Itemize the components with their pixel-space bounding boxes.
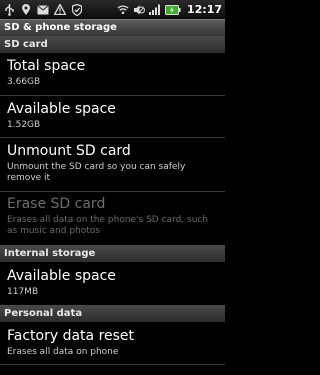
battery-icon xyxy=(164,4,181,16)
factory-data-reset-button[interactable]: Factory data reset Erases all data on ph… xyxy=(0,328,225,358)
divider xyxy=(0,137,225,138)
unmount-sd-card-summary: Unmount the SD card so you can safely re… xyxy=(7,162,186,183)
divider xyxy=(0,95,225,96)
divider xyxy=(0,364,225,365)
section-header-personal-data: Personal data xyxy=(0,305,225,322)
factory-data-reset-title: Factory data reset xyxy=(7,328,135,344)
erase-sd-card-summary: Erases all data on the phone's SD card, … xyxy=(7,215,209,236)
total-space-item: Total space 3.66GB xyxy=(0,58,225,88)
factory-data-reset-summary: Erases all data on phone xyxy=(7,347,119,357)
internal-available-space-item: Available space 117MB xyxy=(0,268,225,298)
sd-available-space-value: 1.52GB xyxy=(7,120,41,130)
section-header-internal-storage: Internal storage xyxy=(0,245,225,262)
sd-available-space-item: Available space 1.52GB xyxy=(0,101,225,131)
total-space-title: Total space xyxy=(7,58,86,74)
signal-icon xyxy=(148,4,161,16)
page-title: SD & phone storage xyxy=(0,19,225,36)
section-header-sd-card: SD card xyxy=(0,36,225,53)
warning-icon xyxy=(54,4,66,16)
shield-icon xyxy=(71,3,83,16)
internal-available-space-title: Available space xyxy=(7,268,116,284)
usb-icon xyxy=(3,3,15,16)
mute-icon xyxy=(133,4,145,16)
unmount-sd-card-button[interactable]: Unmount SD card Unmount the SD card so y… xyxy=(0,143,225,184)
divider xyxy=(0,191,225,192)
unmount-sd-card-title: Unmount SD card xyxy=(7,143,131,159)
total-space-value: 3.66GB xyxy=(7,77,41,87)
erase-sd-card-button[interactable]: Erase SD card Erases all data on the pho… xyxy=(0,196,225,237)
location-icon xyxy=(20,3,32,16)
status-time: 12:17 xyxy=(186,3,222,16)
sd-available-space-title: Available space xyxy=(7,101,116,117)
wifi-icon xyxy=(117,4,129,16)
internal-available-space-value: 117MB xyxy=(7,287,39,297)
status-bar: 12:17 xyxy=(0,0,225,19)
erase-sd-card-title: Erase SD card xyxy=(7,196,106,212)
gmail-icon xyxy=(37,4,49,16)
